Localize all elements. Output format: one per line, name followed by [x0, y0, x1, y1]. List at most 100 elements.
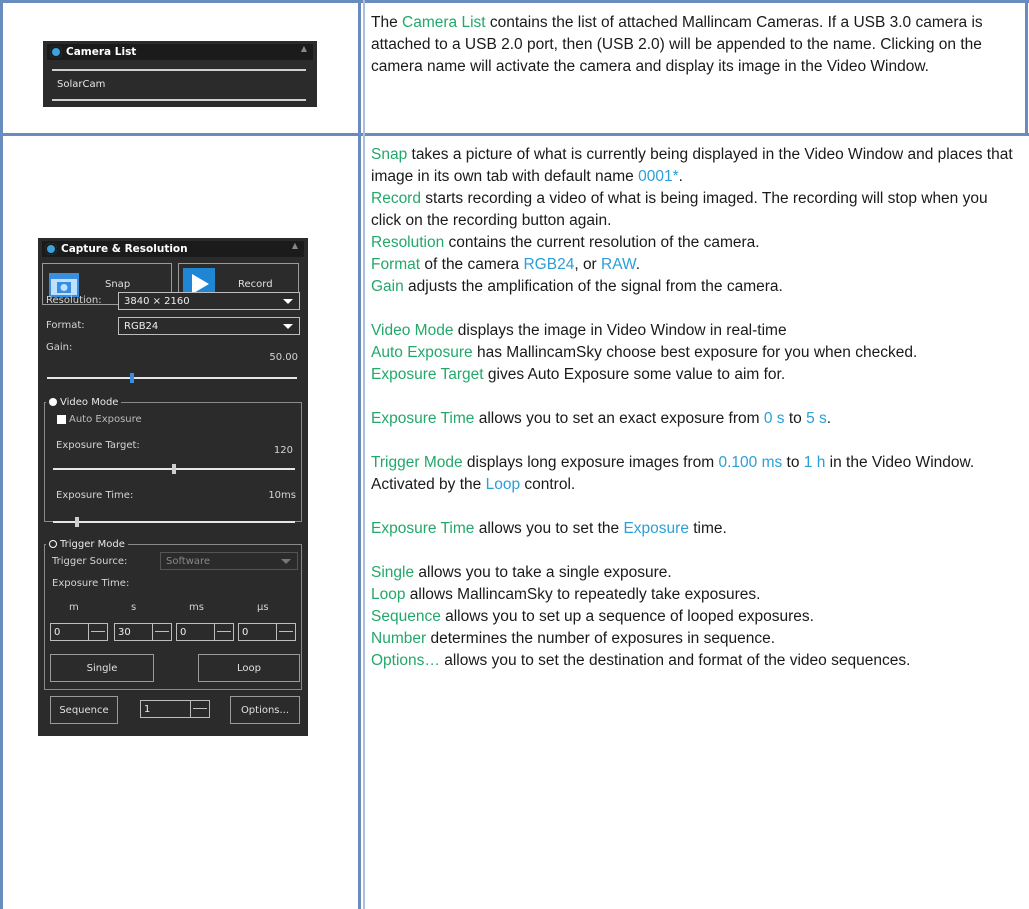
text: adjusts the amplification of the signal … [403, 278, 783, 295]
spin-buttons[interactable] [214, 624, 233, 640]
radio-selected-icon [49, 398, 57, 406]
format-value-raw: RAW [601, 256, 636, 273]
table-border-row [0, 133, 1029, 136]
options-button[interactable]: Options... [230, 696, 300, 724]
options-paragraph: Options… allows you to set the destinati… [371, 650, 1021, 672]
loop-button[interactable]: Loop [198, 654, 300, 682]
exposure-time-label: Exposure Time: [56, 490, 134, 501]
trigger-mode-term: Trigger Mode [371, 454, 463, 471]
camera-list-paragraph: The Camera List contains the list of att… [371, 12, 1021, 78]
exposure-target-term: Exposure Target [371, 366, 484, 383]
microseconds-value: 0 [242, 626, 249, 638]
milliseconds-value: 0 [180, 626, 187, 638]
microseconds-spinbox[interactable]: 0 [238, 623, 296, 641]
camera-list-description: The Camera List contains the list of att… [371, 12, 1021, 78]
capture-description: Snap takes a picture of what is currentl… [371, 144, 1021, 672]
camera-list-header[interactable]: Camera List ▲ [47, 44, 313, 60]
exposure-min-value: 0 s [763, 410, 785, 427]
loop-paragraph: Loop allows MallincamSky to repeatedly t… [371, 584, 1021, 606]
trigger-mode-radio[interactable]: Trigger Mode [46, 538, 128, 550]
resolution-paragraph: Resolution contains the current resoluti… [371, 232, 1021, 254]
trigger-mode-label: Trigger Mode [60, 538, 125, 550]
trigger-source-select[interactable]: Software [160, 552, 298, 570]
text: contains the current resolution of the c… [444, 234, 760, 251]
milliseconds-spinbox[interactable]: 0 [176, 623, 234, 641]
exposure-time-track[interactable] [53, 521, 295, 523]
snap-term: Snap [371, 146, 408, 163]
video-mode-radio[interactable]: Video Mode [46, 396, 122, 408]
trigger-min-value: 0.100 ms [718, 454, 783, 471]
camera-list-term: Camera List [402, 14, 486, 31]
sequence-count-spinbox[interactable]: 1 [140, 700, 210, 718]
gain-paragraph: Gain adjusts the amplification of the si… [371, 276, 1021, 298]
default-name-value: 0001* [638, 168, 679, 185]
trigger-source-label: Trigger Source: [52, 556, 128, 567]
text: control. [520, 476, 576, 493]
text: time. [688, 520, 727, 537]
unit-minutes: m [69, 602, 79, 613]
options-term: Options… [371, 652, 440, 669]
exposure-target-thumb[interactable] [172, 464, 176, 474]
text: determines the number of exposures in se… [426, 630, 776, 647]
single-button[interactable]: Single [50, 654, 154, 682]
chevron-down-icon [281, 559, 291, 564]
unit-seconds: s [131, 602, 137, 613]
spin-buttons[interactable] [190, 701, 209, 717]
sequence-term: Sequence [371, 608, 441, 625]
capture-resolution-panel: Capture & Resolution ▲ Snap Record Resol… [38, 238, 308, 736]
loop-term: Loop [371, 586, 406, 603]
record-paragraph: Record starts recording a video of what … [371, 188, 1021, 232]
collapse-caret-icon[interactable]: ▲ [301, 44, 307, 53]
snap-paragraph: Snap takes a picture of what is currentl… [371, 144, 1021, 188]
text: displays the image in Video Window in re… [453, 322, 787, 339]
gain-slider-thumb[interactable] [130, 373, 134, 383]
snap-label: Snap [105, 278, 131, 290]
seconds-spinbox[interactable]: 30 [114, 623, 172, 641]
text: has MallincamSky choose best exposure fo… [472, 344, 918, 361]
format-select[interactable]: RGB24 [118, 317, 300, 335]
auto-exposure-paragraph: Auto Exposure has MallincamSky choose be… [371, 342, 1021, 364]
video-mode-paragraph: Video Mode displays the image in Video W… [371, 320, 1021, 342]
number-paragraph: Number determines the number of exposure… [371, 628, 1021, 650]
video-mode-label: Video Mode [60, 396, 119, 408]
camera-list-separator-bottom [52, 99, 306, 101]
trigger-mode-paragraph: Trigger Mode displays long exposure imag… [371, 452, 1021, 496]
table-border-left [0, 0, 3, 909]
text: allows you to take a single exposure. [414, 564, 672, 581]
table-border-middle [358, 0, 361, 909]
resolution-term: Resolution [371, 234, 445, 251]
camera-list-title: Camera List [66, 46, 137, 58]
exposure-target-paragraph: Exposure Target gives Auto Exposure some… [371, 364, 1021, 386]
trigger-exposure-term: Exposure Time [371, 520, 475, 537]
exposure-time-thumb[interactable] [75, 517, 80, 527]
text: allows MallincamSky to repeatedly take e… [405, 586, 761, 603]
collapse-caret-icon[interactable]: ▲ [292, 241, 298, 250]
spin-buttons[interactable] [152, 624, 171, 640]
sequence-count-value: 1 [144, 703, 151, 715]
minutes-spinbox[interactable]: 0 [50, 623, 108, 641]
single-paragraph: Single allows you to take a single expos… [371, 562, 1021, 584]
chevron-down-icon [283, 299, 293, 304]
record-label: Record [238, 278, 273, 290]
sequence-paragraph: Sequence allows you to set up a sequence… [371, 606, 1021, 628]
trigger-exposure-label: Exposure Time: [52, 578, 130, 589]
sequence-button[interactable]: Sequence [50, 696, 118, 724]
auto-exposure-checkbox[interactable]: Auto Exposure [57, 414, 142, 425]
exposure-target-label: Exposure Target: [56, 440, 140, 451]
gain-slider-track[interactable] [47, 377, 297, 379]
format-term: Format [371, 256, 421, 273]
text: to [784, 410, 807, 427]
document-table: Camera List ▲ SolarCam Capture & Resolut… [0, 0, 1029, 909]
text: takes a picture of what is currently bei… [371, 146, 1013, 185]
resolution-select[interactable]: 3840 × 2160 [118, 292, 300, 310]
spin-buttons[interactable] [88, 624, 107, 640]
capture-panel-header[interactable]: Capture & Resolution ▲ [42, 241, 304, 257]
camera-list-item[interactable]: SolarCam [57, 79, 105, 90]
spin-buttons[interactable] [276, 624, 295, 640]
text: displays long exposure images from [462, 454, 719, 471]
format-paragraph: Format of the camera RGB24, or RAW. [371, 254, 1021, 276]
text: , or [574, 256, 602, 273]
radio-unselected-icon [49, 540, 57, 548]
text: . [635, 256, 641, 273]
resolution-label: Resolution: [46, 295, 102, 306]
